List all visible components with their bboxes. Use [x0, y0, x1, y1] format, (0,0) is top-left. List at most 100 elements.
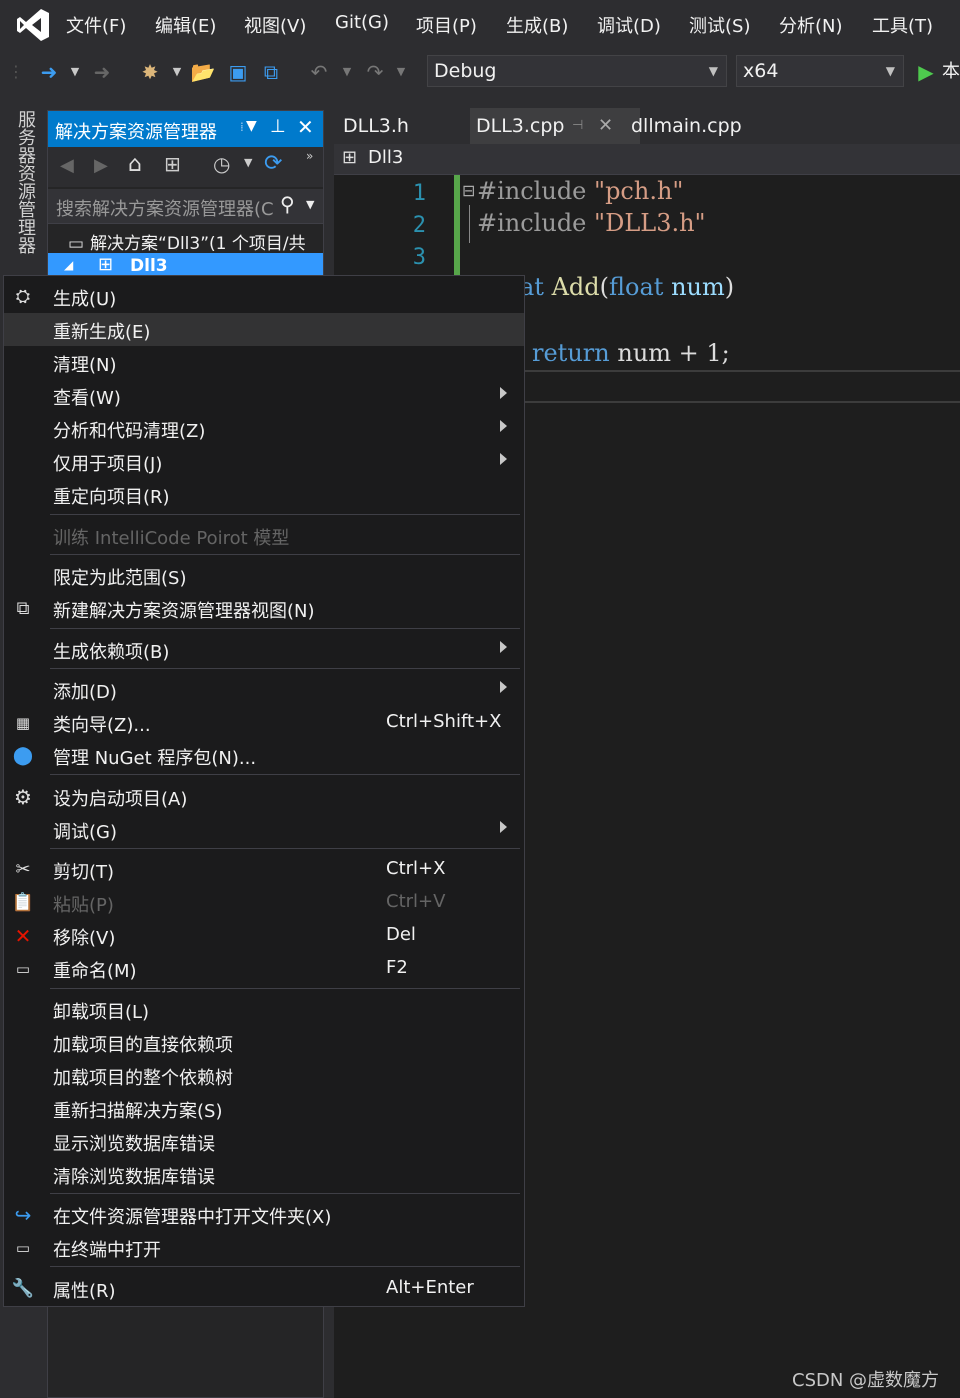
menu-build[interactable]: 生成(B) [506, 12, 568, 38]
menu-rename[interactable]: ▭ 重命名(M) F2 [4, 952, 524, 985]
tab-dllmain-cpp[interactable]: dllmain.cpp [631, 108, 742, 144]
menu-label: 粘贴(P) [53, 895, 114, 916]
menu-open-in-explorer[interactable]: ↪ 在文件资源管理器中打开文件夹(X) [4, 1198, 524, 1231]
collapse-icon[interactable]: ⊟ [462, 181, 475, 200]
run-icon[interactable]: ▶ [913, 59, 939, 85]
pending-changes-icon[interactable]: ◷ [213, 152, 230, 176]
save-all-icon[interactable]: ⧉ [258, 59, 284, 85]
menu-build-dependencies[interactable]: 生成依赖项(B) [4, 633, 524, 666]
menu-scope-to-this[interactable]: 限定为此范围(S) [4, 559, 524, 592]
menu-separator [50, 774, 520, 775]
menu-class-wizard[interactable]: ▦ 类向导(Z)... Ctrl+Shift+X [4, 706, 524, 739]
redo-icon[interactable]: ↷ [362, 59, 388, 85]
menu-properties[interactable]: 🔧 属性(R) Alt+Enter [4, 1272, 524, 1305]
menu-analyze-cleanup[interactable]: 分析和代码清理(Z) [4, 412, 524, 445]
terminal-icon: ▭ [15, 1239, 31, 1257]
change-indicator [454, 175, 460, 275]
undo-dropdown-icon[interactable]: ▼ [334, 59, 360, 85]
filter-dropdown-icon[interactable]: ▼ [244, 156, 252, 169]
window-menu-icon[interactable]: ▼ [246, 118, 257, 134]
menu-shortcut: Ctrl+Shift+X [386, 711, 502, 732]
switch-views-icon[interactable]: ⊞ [164, 152, 181, 176]
menu-build-project[interactable]: ⛭ 生成(U) [4, 280, 524, 313]
menu-separator [50, 668, 520, 669]
menu-project-only[interactable]: 仅用于项目(J) [4, 445, 524, 478]
search-options-icon[interactable]: ▼ [306, 198, 314, 211]
undo-icon[interactable]: ↶ [306, 59, 332, 85]
redo-dropdown-icon[interactable]: ▼ [388, 59, 414, 85]
menu-remove[interactable]: ✕ 移除(V) Del [4, 919, 524, 952]
visual-studio-logo-icon[interactable] [14, 6, 52, 44]
menu-label: 重定向项目(R) [53, 487, 170, 508]
menu-label: 清理(N) [53, 355, 117, 376]
menu-cut[interactable]: ✂ 剪切(T) Ctrl+X [4, 853, 524, 886]
search-icon[interactable]: ⚲ [280, 192, 295, 216]
menu-file[interactable]: 文件(F) [66, 12, 126, 38]
code-line-4: at Add(float num) [520, 273, 734, 301]
menu-clear-db-errors[interactable]: 清除浏览数据库错误 [4, 1158, 524, 1191]
menu-project[interactable]: 项目(P) [416, 12, 477, 38]
home-icon[interactable]: ⌂ [128, 152, 142, 177]
menu-manage-nuget[interactable]: ⬤ 管理 NuGet 程序包(N)... [4, 739, 524, 772]
close-icon[interactable]: ✕ [297, 115, 314, 139]
menu-unload-project[interactable]: 卸载项目(L) [4, 993, 524, 1026]
menu-separator [50, 988, 520, 989]
server-explorer-label[interactable]: 服务器资源管理器 [13, 110, 36, 254]
menu-rescan-solution[interactable]: 重新扫描解决方案(S) [4, 1092, 524, 1125]
platform-select[interactable]: x64 ▼ [736, 55, 904, 87]
menu-tools[interactable]: 工具(T) [872, 12, 933, 38]
more-icon[interactable]: » [306, 149, 313, 163]
menu-open-in-terminal[interactable]: ▭ 在终端中打开 [4, 1231, 524, 1264]
menu-label: 生成(U) [53, 289, 117, 310]
new-dropdown-icon[interactable]: ▼ [164, 59, 190, 85]
menu-shortcut: Ctrl+V [386, 891, 446, 912]
menu-new-explorer-view[interactable]: ⧉ 新建解决方案资源管理器视图(N) [4, 592, 524, 625]
run-label[interactable]: 本 [938, 59, 960, 85]
menu-rebuild[interactable]: 重新生成(E) [4, 313, 524, 346]
menu-show-db-errors[interactable]: 显示浏览数据库错误 [4, 1125, 524, 1158]
close-tab-icon[interactable]: ✕ [598, 108, 613, 144]
menu-train-intellicode: 训练 IntelliCode Poirot 模型 [4, 519, 524, 552]
sync-icon[interactable]: ⟳ [264, 151, 282, 176]
forward-icon[interactable]: ▶ [94, 155, 108, 176]
solution-explorer-search[interactable]: 搜索解决方案资源管理器(C ⚲ ▼ [48, 189, 323, 224]
new-project-icon[interactable]: ✸ [137, 59, 163, 85]
pin-icon[interactable]: ⊥ [270, 116, 286, 137]
configuration-select[interactable]: Debug ▼ [427, 55, 727, 87]
open-folder-icon[interactable]: 📂 [190, 59, 216, 85]
menu-clean[interactable]: 清理(N) [4, 346, 524, 379]
tab-dll3-h[interactable]: DLL3.h [343, 108, 409, 144]
line-number: 3 [412, 245, 426, 270]
menu-retarget[interactable]: 重定向项目(R) [4, 478, 524, 511]
back-icon[interactable]: ◀ [60, 155, 74, 176]
menu-view[interactable]: 查看(W) [4, 379, 524, 412]
menu-debug[interactable]: 调试(G) [4, 813, 524, 846]
menu-test[interactable]: 测试(S) [689, 12, 750, 38]
menu-analyze[interactable]: 分析(N) [779, 12, 843, 38]
menu-label: 重新扫描解决方案(S) [53, 1101, 223, 1122]
menu-set-startup[interactable]: ⚙ 设为启动项目(A) [4, 780, 524, 813]
menu-load-direct-deps[interactable]: 加载项目的直接依赖项 [4, 1026, 524, 1059]
back-arrow-icon[interactable]: ➜ [36, 59, 62, 85]
back-dropdown-icon[interactable]: ▼ [62, 59, 88, 85]
menu-add[interactable]: 添加(D) [4, 673, 524, 706]
toolbar-grip-icon[interactable]: ⋮ [8, 59, 24, 85]
new-view-icon: ⧉ [16, 598, 30, 619]
menu-load-dep-tree[interactable]: 加载项目的整个依赖树 [4, 1059, 524, 1092]
token-paren: ) [724, 273, 735, 301]
menu-debug[interactable]: 调试(D) [597, 12, 661, 38]
menu-paste: 📋 粘贴(P) Ctrl+V [4, 886, 524, 919]
solution-node[interactable]: ▭ 解决方案“Dll3”(1 个项目/共 [68, 229, 306, 254]
navigation-bar[interactable]: ⊞ Dll3 [334, 144, 960, 175]
save-icon[interactable]: ▣ [225, 59, 251, 85]
pin-tab-icon[interactable]: ⊣ [572, 108, 583, 144]
token-expression: num + 1; [617, 339, 730, 367]
expand-triangle-icon[interactable]: ◢ [64, 258, 73, 272]
menu-label: 新建解决方案资源管理器视图(N) [53, 601, 315, 622]
menu-view[interactable]: 视图(V) [244, 12, 306, 38]
code-line-2: #include "DLL3.h" [477, 209, 706, 237]
tab-dll3-cpp[interactable]: DLL3.cpp [476, 108, 565, 144]
menu-edit[interactable]: 编辑(E) [155, 12, 216, 38]
menu-git[interactable]: Git(G) [335, 12, 389, 33]
forward-arrow-icon[interactable]: ➜ [89, 59, 115, 85]
